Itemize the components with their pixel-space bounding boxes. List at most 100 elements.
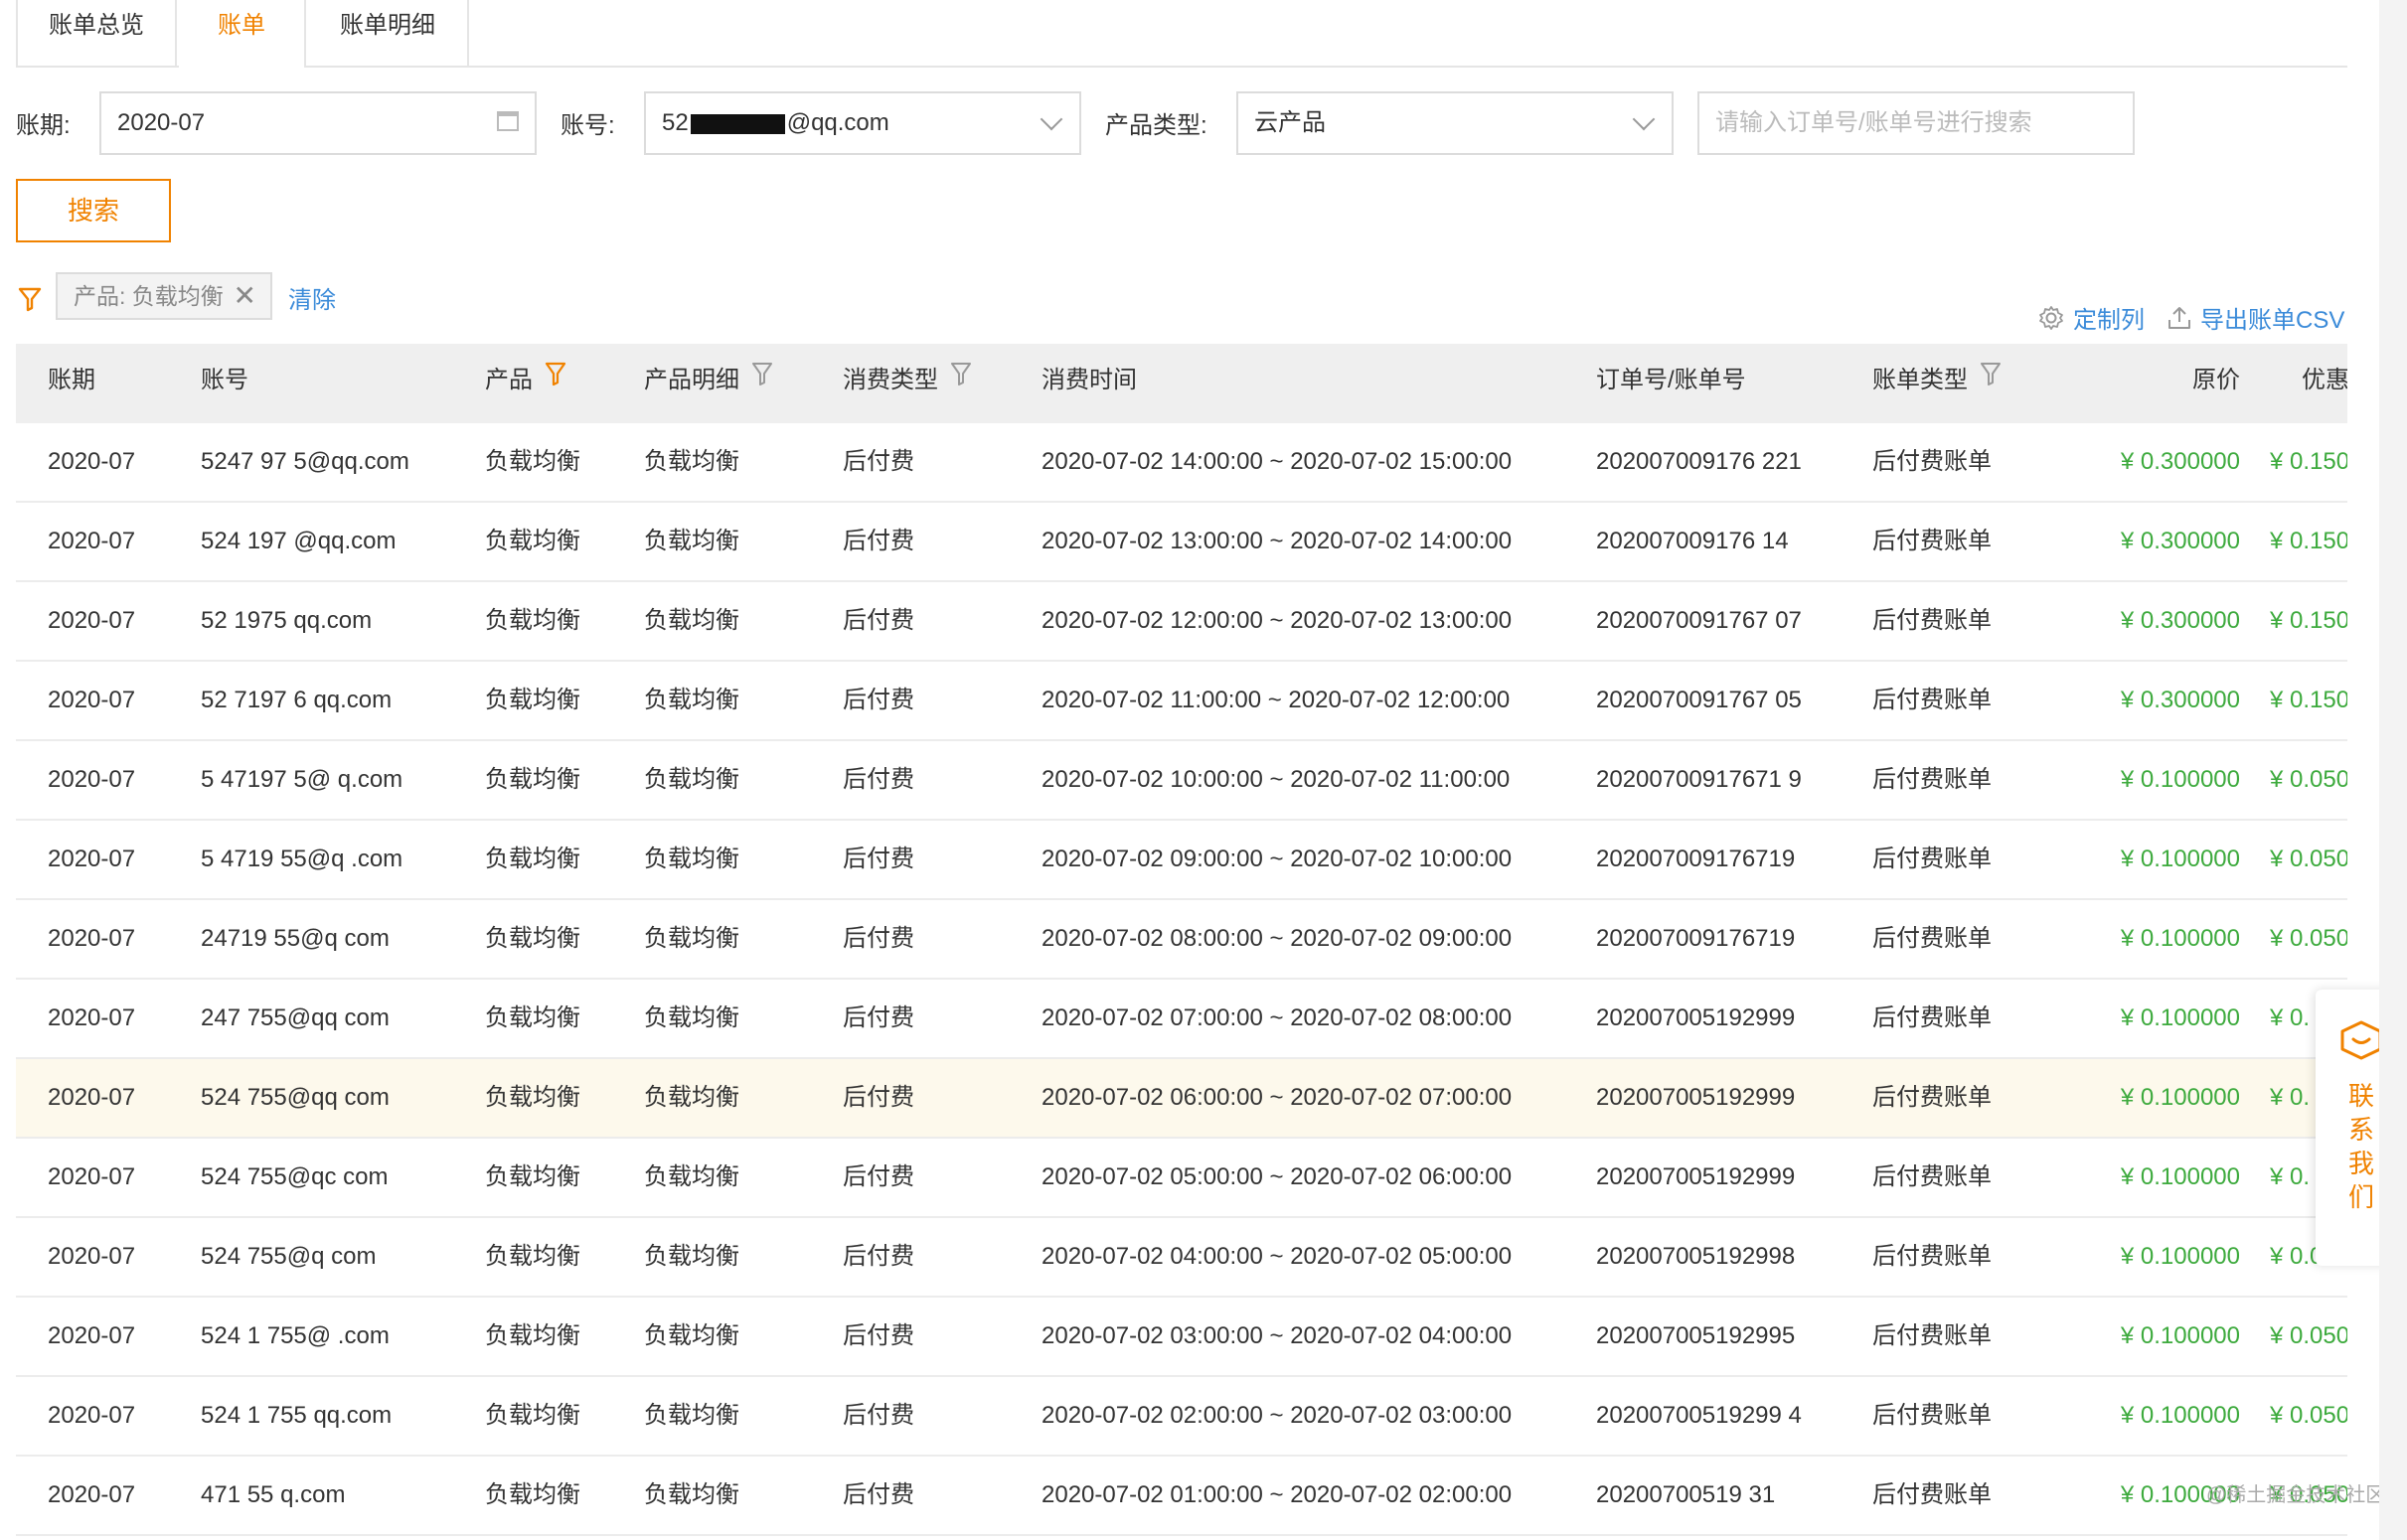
cell-period: 2020-07 <box>48 925 136 952</box>
cell-discount: ¥ 0.150 <box>2270 448 2347 475</box>
cell-discount: ¥ 0.050 <box>2270 925 2347 952</box>
search-button[interactable]: 搜索 <box>16 179 171 242</box>
customize-columns-link[interactable]: 定制列 <box>2037 300 2145 339</box>
table-row[interactable]: 2020-07 524 755@qc com 负载均衡 负载均衡 后付费 2020-07-… <box>16 1139 2347 1218</box>
account-select[interactable]: 52 @qq.com <box>644 91 1081 155</box>
export-icon <box>2166 304 2192 339</box>
cell-bill-type: 后付费账单 <box>1872 528 1992 554</box>
cell-detail: 负载均衡 <box>644 1402 739 1429</box>
cell-detail: 负载均衡 <box>644 1163 739 1190</box>
filter-icon[interactable] <box>950 344 972 416</box>
period-value: 2020-07 <box>117 109 206 136</box>
cell-account: 524 1 755@ .com <box>201 1322 390 1349</box>
col-header-product-label: 产品 <box>485 367 533 393</box>
cell-price: ¥ 0.100000 <box>2120 1084 2240 1111</box>
cell-order: 202007009176 14 <box>1596 528 1789 554</box>
cell-discount: ¥ 0.150 <box>2270 528 2347 554</box>
cell-order: 20200700519299 4 <box>1596 1402 1802 1429</box>
period-picker[interactable]: 2020-07 <box>99 91 537 155</box>
cell-time: 2020-07-02 10:00:00 ~ 2020-07-02 11:00:0… <box>1042 766 1511 793</box>
filter-icon[interactable] <box>751 344 773 416</box>
filter-icon[interactable] <box>1980 344 2002 416</box>
cell-period: 2020-07 <box>48 448 136 475</box>
cell-period: 2020-07 <box>48 1243 136 1270</box>
cell-price: ¥ 0.300000 <box>2120 607 2240 634</box>
cell-bill-type: 后付费账单 <box>1872 1004 1992 1031</box>
tab-bar: 账单总览 账单 账单明细 <box>16 0 2347 68</box>
active-filter-tag: 产品: 负载均衡 ✕ <box>56 272 272 320</box>
cell-order: 202007005192995 <box>1596 1322 1796 1349</box>
cell-order: 20200700917671 9 <box>1596 766 1802 793</box>
table-row[interactable]: 2020-07 524 755@qq com 负载均衡 负载均衡 后付费 2020-07-… <box>16 1059 2347 1139</box>
cell-fee-type: 后付费 <box>843 1481 914 1508</box>
cell-discount: ¥ 0.050 <box>2270 766 2347 793</box>
order-search-placeholder: 请输入订单号/账单号进行搜索 <box>1715 109 2032 136</box>
cell-order: 202007009176719 <box>1596 925 1796 952</box>
export-csv-link[interactable]: 导出账单CSV <box>2166 300 2344 339</box>
cell-time: 2020-07-02 12:00:00 ~ 2020-07-02 13:00:0… <box>1042 607 1513 634</box>
table-row[interactable]: 2020-07 524 755@q com 负载均衡 负载均衡 后付费 2020-07-0… <box>16 1218 2347 1298</box>
cell-price: ¥ 0.300000 <box>2120 448 2240 475</box>
cell-product: 负载均衡 <box>485 687 580 713</box>
table-row[interactable]: 2020-07 5 47197 5@ q.com 负载均衡 负载均衡 后付费 2020-0… <box>16 741 2347 821</box>
filter-icon[interactable] <box>545 344 566 416</box>
table-row[interactable]: 2020-07 52 1975 qq.com 负载均衡 负载均衡 后付费 2020-07-… <box>16 582 2347 662</box>
cell-time: 2020-07-02 01:00:00 ~ 2020-07-02 02:00:0… <box>1042 1481 1513 1508</box>
cell-account: 524 755@q com <box>201 1243 377 1270</box>
cell-detail: 负载均衡 <box>644 607 739 634</box>
product-type-select[interactable]: 云产品 <box>1236 91 1674 155</box>
cell-time: 2020-07-02 04:00:00 ~ 2020-07-02 05:00:0… <box>1042 1243 1513 1270</box>
cell-order: 202007005192999 <box>1596 1004 1796 1031</box>
close-icon[interactable]: ✕ <box>234 282 256 310</box>
cell-period: 2020-07 <box>48 1481 136 1508</box>
cell-detail: 负载均衡 <box>644 1243 739 1270</box>
chevron-down-icon <box>1632 107 1656 131</box>
col-header-account: 账号 <box>201 367 248 393</box>
table-row[interactable]: 2020-07 24719 55@q com 负载均衡 负载均衡 后付费 2020-07-… <box>16 900 2347 980</box>
tab-bill-overview[interactable]: 账单总览 <box>16 0 177 66</box>
cell-fee-type: 后付费 <box>843 766 914 793</box>
table-row[interactable]: 2020-07 524 1 755@ .com 负载均衡 负载均衡 后付费 2020-07… <box>16 1298 2347 1377</box>
cell-detail: 负载均衡 <box>644 1004 739 1031</box>
cell-period: 2020-07 <box>48 687 136 713</box>
cell-price: ¥ 0.100000 <box>2120 1163 2240 1190</box>
table-row[interactable]: 2020-07 52 7197 6 qq.com 负载均衡 负载均衡 后付费 2020-0… <box>16 662 2347 741</box>
chevron-down-icon <box>1040 107 1063 131</box>
cell-price: ¥ 0.100000 <box>2120 766 2240 793</box>
order-search-input[interactable]: 请输入订单号/账单号进行搜索 <box>1697 91 2135 155</box>
col-header-price: 原价 <box>2192 367 2240 393</box>
table-row[interactable]: 2020-07 247 755@qq com 负载均衡 负载均衡 后付费 2020-07-… <box>16 980 2347 1059</box>
table-row[interactable]: 2020-07 524 1 755 qq.com 负载均衡 负载均衡 后付费 2020-0… <box>16 1377 2347 1457</box>
product-type-value: 云产品 <box>1254 109 1326 136</box>
cell-product: 负载均衡 <box>485 925 580 952</box>
cell-time: 2020-07-02 07:00:00 ~ 2020-07-02 08:00:0… <box>1042 1004 1513 1031</box>
cell-bill-type: 后付费账单 <box>1872 1322 1992 1349</box>
cell-fee-type: 后付费 <box>843 528 914 554</box>
cell-order: 202007009176 221 <box>1596 448 1802 475</box>
cell-account: 524 755@qq com <box>201 1084 390 1111</box>
cell-product: 负载均衡 <box>485 607 580 634</box>
cell-product: 负载均衡 <box>485 528 580 554</box>
cell-order: 202007005192998 <box>1596 1243 1796 1270</box>
cell-price: ¥ 0.100000 <box>2120 1004 2240 1031</box>
cell-price: ¥ 0.100000 <box>2120 925 2240 952</box>
cell-time: 2020-07-02 09:00:00 ~ 2020-07-02 10:00:0… <box>1042 846 1513 872</box>
table-row[interactable]: 2020-07 5 4719 55@q .com 负载均衡 负载均衡 后付费 2020-0… <box>16 821 2347 900</box>
tab-bill[interactable]: 账单 <box>179 0 306 68</box>
tab-bill-details[interactable]: 账单明细 <box>308 0 469 66</box>
scrollbar[interactable] <box>2379 0 2407 1540</box>
cell-product: 负载均衡 <box>485 846 580 872</box>
cell-product: 负载均衡 <box>485 1402 580 1429</box>
clear-filters-link[interactable]: 清除 <box>288 280 336 315</box>
calendar-icon <box>497 111 519 131</box>
cell-account: 5 4719 55@q .com <box>201 846 403 872</box>
cell-bill-type: 后付费账单 <box>1872 925 1992 952</box>
table-row[interactable]: 2020-07 471 55 q.com 负载均衡 负载均衡 后付费 2020-07-02… <box>16 1457 2347 1536</box>
col-header-fee-type-label: 消费类型 <box>843 367 938 393</box>
table-row[interactable]: 2020-07 5247 97 5@qq.com 负载均衡 负载均衡 后付费 2020-0… <box>16 423 2347 503</box>
cell-fee-type: 后付费 <box>843 846 914 872</box>
table-row[interactable]: 2020-07 524 197 @qq.com 负载均衡 负载均衡 后付费 2020-07… <box>16 503 2347 582</box>
cell-discount: ¥ 0.050 <box>2270 846 2347 872</box>
cell-order: 20200700519 31 <box>1596 1481 1776 1508</box>
cell-detail: 负载均衡 <box>644 1084 739 1111</box>
